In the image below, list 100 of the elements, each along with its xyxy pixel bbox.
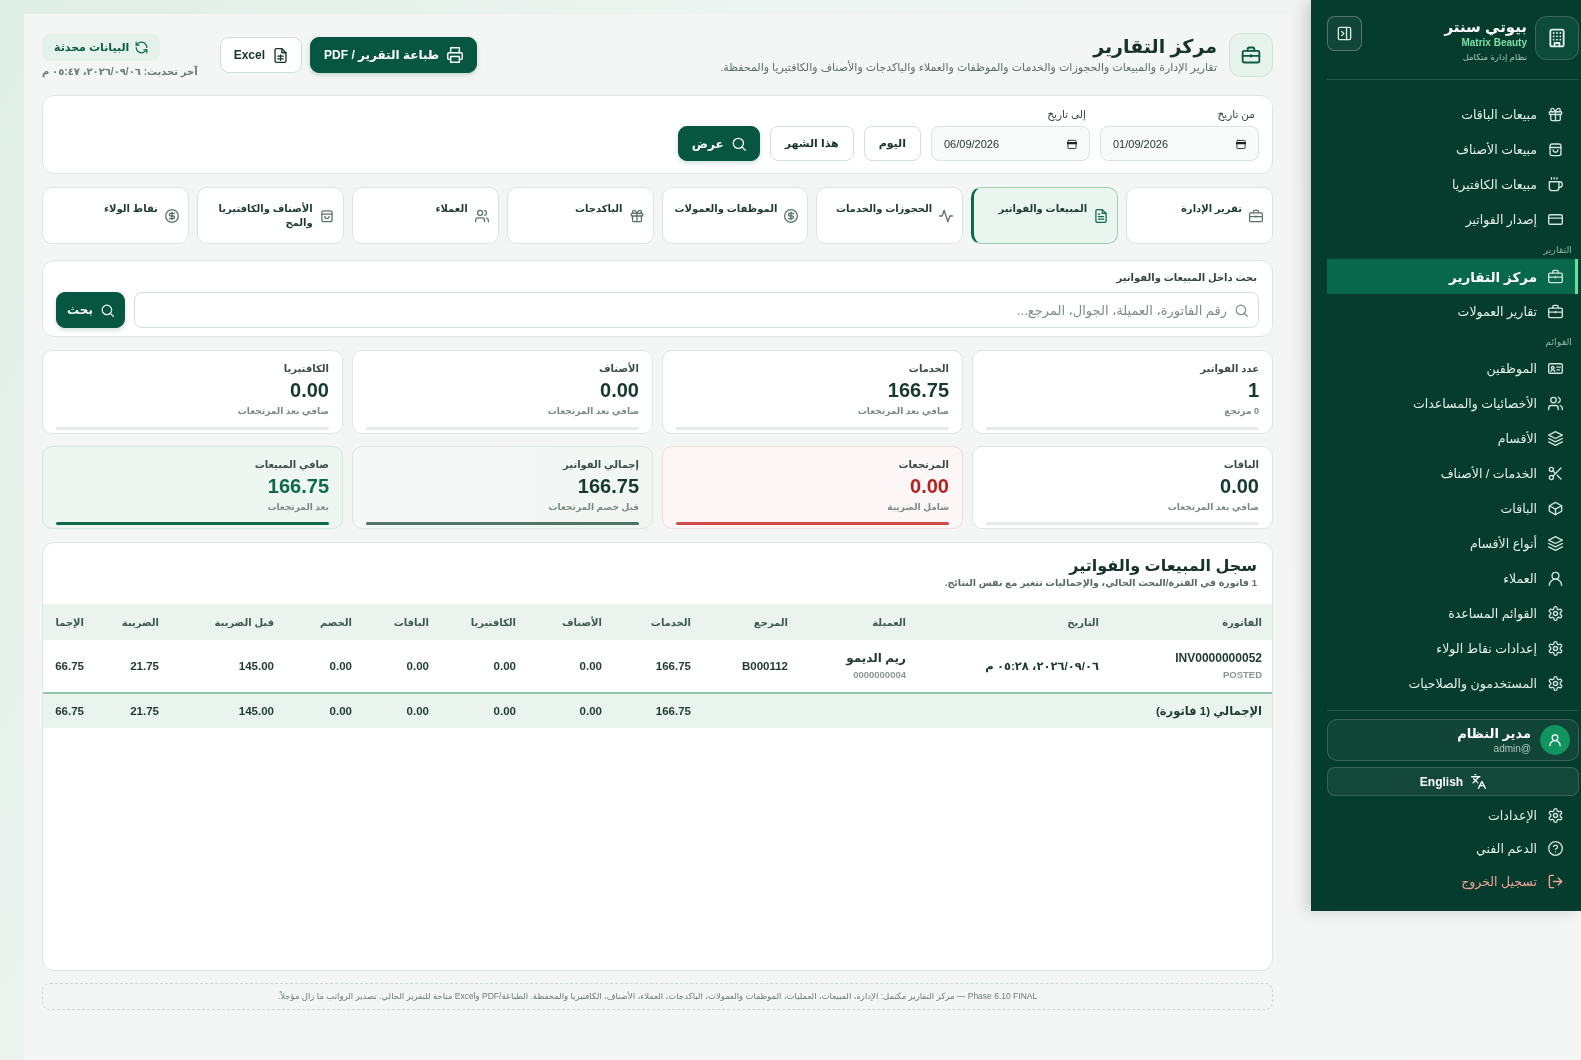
report-tab[interactable]: الموظفات والعمولات [661, 187, 809, 244]
stat-note: شامل الضريبة [887, 501, 949, 513]
nav-item[interactable]: الإعدادات [1327, 799, 1578, 832]
last-updated: آخر تحديث: ٠٦/٠٩/٢٠٢٦، ٠٥:٤٧ م [42, 65, 198, 77]
language-button[interactable]: English [1327, 767, 1579, 796]
building-icon [1535, 16, 1579, 60]
nav-item[interactable]: الخدمات / الأصناف [1327, 456, 1578, 491]
nav-item[interactable]: الموظفين [1327, 351, 1578, 386]
nav-section-label: التقارير [1542, 242, 1573, 257]
briefcase-icon [1548, 269, 1563, 284]
stat-value: 0.00 [290, 378, 329, 403]
report-tab[interactable]: نقاط الولاء [42, 187, 189, 244]
nav-item[interactable]: تقارير العمولات [1327, 294, 1578, 329]
report-tab[interactable]: الأصناف والكافتيريا والمح [196, 187, 344, 244]
column-header: قبل الضريبة [169, 604, 284, 640]
page-subtitle: تقارير الإدارة والمبيعات والحجوزات والخدمات والموظفات والعملاء والباكدجات والأصناف والكافتيريا والمحفظة. [720, 60, 1217, 75]
logout-icon [1548, 874, 1563, 889]
column-header: الباقات [362, 604, 439, 640]
print-button[interactable]: طباعة التقرير / PDF [310, 37, 478, 73]
quick-range-button[interactable]: هذا الشهر [769, 126, 854, 161]
apply-button[interactable]: عرض [677, 126, 760, 161]
table-cell: 0.00 [439, 640, 526, 693]
document-icon [1094, 209, 1109, 223]
table-title: سجل المبيعات والفواتير [1067, 556, 1257, 576]
nav-item[interactable]: إصدار الفواتير [1327, 202, 1578, 237]
report-tab[interactable]: تقرير الإدارة [1126, 187, 1273, 244]
translate-icon [1471, 774, 1487, 789]
nav-item[interactable]: إعدادات نقاط الولاء [1327, 631, 1578, 666]
stat-value: 0.00 [910, 474, 949, 499]
nav-section-label: القوائم [1544, 334, 1573, 350]
excel-button[interactable]: Excel [219, 37, 303, 73]
person-icon [1548, 571, 1563, 586]
brand-product: Matrix Beauty [1461, 36, 1527, 50]
table-cell: 0.00 [526, 693, 612, 728]
stat-note: 0 مرتجع [1224, 405, 1259, 417]
table-cell: 0.00 [362, 693, 439, 728]
people-icon [474, 209, 489, 223]
nav-item[interactable]: الأقسام [1327, 421, 1578, 456]
date-field[interactable]: 06/09/2026 [931, 126, 1090, 161]
nav-item[interactable]: القوائم المساعدة [1327, 596, 1578, 631]
spreadsheet-icon [273, 47, 289, 63]
pulse-icon [939, 209, 954, 223]
stat-note: صافي بعد المرتجعات [547, 405, 639, 417]
stat-note: صافي بعد المرتجعات [237, 405, 329, 417]
table-cell: 66.75 [43, 640, 94, 693]
avatar-icon [1540, 725, 1570, 755]
id-card-icon [1548, 361, 1563, 376]
stat-note: صافي بعد المرتجعات [1167, 501, 1259, 513]
nav-item[interactable]: المستخدمون والصلاحيات [1327, 666, 1578, 701]
search-icon [731, 136, 746, 151]
report-tab[interactable]: المبيعات والفواتير [971, 187, 1119, 244]
nav-item[interactable]: مركز التقارير [1327, 259, 1578, 294]
stat-value: 0.00 [1220, 474, 1259, 499]
nav-item[interactable]: مبيعات الباقات [1327, 97, 1578, 132]
shopping-bag-icon [1548, 142, 1563, 157]
nav-item[interactable]: الباقات [1327, 491, 1578, 526]
stat-note: صافي بعد المرتجعات [857, 405, 949, 417]
stat-value: 166.75 [267, 474, 329, 499]
stat-value: 1 [1247, 378, 1259, 403]
page-title: مركز التقارير [1093, 35, 1217, 59]
status-text: البيانات محدثة [54, 40, 130, 54]
nav-item[interactable]: الأخصائيات والمساعدات [1327, 386, 1578, 421]
layers-icon [1548, 536, 1563, 551]
invoice-number: INV0000000052 [1174, 651, 1262, 666]
field-label: إلى تاريخ [1047, 108, 1087, 121]
sidebar-toggle-button[interactable] [1327, 16, 1362, 51]
report-tab[interactable]: الحجوزات والخدمات [816, 187, 964, 244]
field-label: من تاريخ [1217, 108, 1256, 121]
settings-icon [1548, 808, 1563, 823]
user-name: مدير النظام [1457, 725, 1531, 742]
nav-item[interactable]: مبيعات الأصناف [1327, 132, 1578, 167]
shopping-bag-icon [319, 209, 334, 223]
report-tab[interactable]: العملاء [351, 187, 499, 244]
nav-item[interactable]: العملاء [1327, 561, 1578, 596]
quick-range-button[interactable]: اليوم [863, 126, 921, 161]
column-header: الخدمات [612, 604, 701, 640]
date-field[interactable]: 01/09/2026 [1100, 126, 1259, 161]
column-header: المرجع [701, 604, 798, 640]
people-icon [1548, 396, 1563, 411]
nav-item[interactable]: مبيعات الكافتيريا [1327, 167, 1578, 202]
column-header: الضريبة [94, 604, 169, 640]
search-button[interactable]: بحث [56, 292, 125, 328]
dollar-icon [784, 209, 799, 223]
search-field[interactable]: رقم الفاتورة، العميلة، الجوال، المرجع... [134, 292, 1259, 328]
briefcase-icon [1249, 209, 1263, 223]
table-cell: 21.75 [94, 640, 169, 693]
report-tab[interactable]: الباكدجات [506, 187, 654, 244]
nav-item[interactable]: تسجيل الخروج [1327, 865, 1578, 898]
sidebar-toggle-icon [1337, 26, 1352, 41]
stat-label: المرتجعات [898, 458, 949, 471]
column-header: العميلة [798, 604, 916, 640]
nav-item[interactable]: أنواع الأقسام [1327, 526, 1578, 561]
column-header: الفاتورة [1109, 604, 1272, 640]
stat-label: صافي المبيعات [254, 458, 329, 471]
nav-item[interactable]: الدعم الفني [1327, 832, 1578, 865]
calendar-icon [1236, 138, 1246, 149]
search-label: بحث داخل المبيعات والفواتير [1115, 271, 1258, 284]
stat-value: 166.75 [887, 378, 949, 403]
table-cell: 145.00 [169, 640, 284, 693]
settings-icon [1548, 606, 1563, 621]
